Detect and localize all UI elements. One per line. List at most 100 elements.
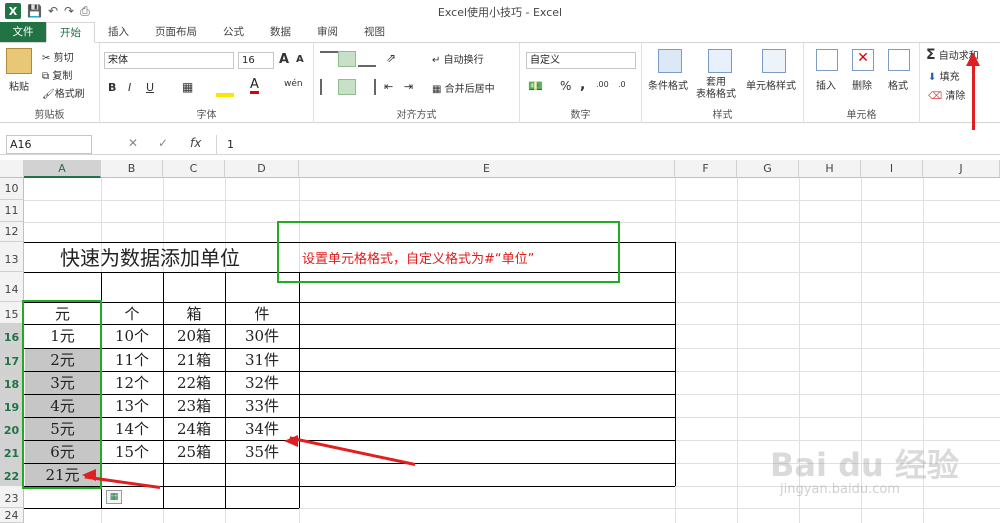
column-header[interactable]: F [675, 160, 737, 178]
row-header[interactable]: 15 [0, 302, 24, 324]
row-header[interactable]: 22 [0, 463, 24, 486]
tab-formulas[interactable]: 公式 [210, 22, 257, 42]
insert-button[interactable]: 插入 [816, 77, 836, 92]
underline-button[interactable]: U [146, 81, 154, 94]
row-header[interactable]: 14 [0, 272, 24, 302]
data-cell[interactable]: 10个 [101, 325, 163, 348]
enter-icon[interactable]: ✓ [158, 136, 168, 150]
align-right-icon[interactable] [358, 79, 376, 95]
column-header[interactable]: C [163, 160, 225, 178]
data-cell[interactable]: 32件 [225, 372, 299, 394]
format-cells-icon[interactable] [888, 49, 910, 71]
delete-button[interactable]: 删除 [852, 77, 872, 92]
sheet-title-cell[interactable]: 快速为数据添加单位 [24, 244, 276, 270]
cell-styles-icon[interactable] [762, 49, 786, 73]
name-box[interactable]: A16 [6, 135, 92, 154]
data-cell[interactable]: 22箱 [163, 372, 225, 394]
column-header[interactable]: G [737, 160, 799, 178]
conditional-format-button[interactable]: 条件格式 [648, 77, 688, 92]
insert-function-button[interactable]: fx [190, 136, 201, 150]
insert-cells-icon[interactable] [816, 49, 838, 71]
phonetic-button[interactable]: wén [284, 79, 303, 89]
align-middle-icon[interactable] [338, 51, 356, 67]
copy-button[interactable]: ⧉ 复制 [42, 67, 72, 82]
decrease-decimal-icon[interactable]: .0 [618, 80, 626, 89]
comma-button[interactable]: , [580, 77, 585, 93]
increase-font-button[interactable]: A [279, 52, 289, 67]
select-all-corner[interactable] [0, 160, 24, 178]
header-cell[interactable]: 个 [101, 303, 163, 325]
cell-styles-button[interactable]: 单元格样式 [746, 77, 796, 92]
data-cell[interactable]: 23箱 [163, 395, 225, 417]
column-header[interactable]: B [101, 160, 163, 178]
bold-button[interactable]: B [108, 81, 116, 94]
row-header[interactable]: 24 [0, 508, 24, 523]
border-icon[interactable]: ▦ [182, 80, 193, 94]
header-cell[interactable]: 件 [225, 303, 299, 325]
font-name-select[interactable]: 宋体 [104, 52, 234, 69]
data-cell[interactable]: 30件 [225, 325, 299, 348]
column-header[interactable]: J [923, 160, 1000, 178]
decrease-font-button[interactable]: A [296, 54, 304, 65]
data-cell[interactable]: 12个 [101, 372, 163, 394]
column-header[interactable]: A [24, 160, 101, 178]
orientation-icon[interactable]: ⇗ [386, 51, 396, 65]
row-header[interactable]: 11 [0, 200, 24, 222]
italic-button[interactable]: I [128, 81, 131, 94]
tab-file[interactable]: 文件 [0, 22, 46, 42]
cut-button[interactable]: ✂ 剪切 [42, 49, 74, 64]
number-format-select[interactable]: 自定义 [526, 52, 636, 69]
delete-cells-icon[interactable]: ✕ [852, 49, 874, 71]
wrap-text-button[interactable]: ↵ 自动换行 [432, 51, 484, 66]
merge-center-button[interactable]: ▦ 合并后居中 [432, 80, 495, 95]
quick-analysis-icon[interactable]: ▦ [106, 490, 122, 504]
font-size-select[interactable]: 16 [238, 52, 274, 69]
align-bottom-icon[interactable] [358, 51, 376, 67]
table-format-icon[interactable] [708, 49, 732, 73]
row-header[interactable]: 20 [0, 417, 24, 440]
row-header[interactable]: 21 [0, 440, 24, 463]
data-cell[interactable]: 13个 [101, 395, 163, 417]
tab-insert[interactable]: 插入 [95, 22, 142, 42]
conditional-format-icon[interactable] [658, 49, 682, 73]
column-header[interactable]: E [299, 160, 675, 178]
row-header[interactable]: 23 [0, 486, 24, 508]
row-header[interactable]: 13 [0, 242, 24, 272]
paste-icon[interactable] [6, 48, 32, 74]
font-color-button[interactable]: A [250, 78, 259, 94]
fill-button[interactable]: ⬇ 填充 [928, 68, 960, 83]
format-button[interactable]: 格式 [888, 77, 908, 92]
align-top-icon[interactable] [320, 51, 338, 67]
tab-review[interactable]: 审阅 [304, 22, 351, 42]
tab-home[interactable]: 开始 [46, 22, 95, 43]
formula-input[interactable]: 1 [216, 135, 996, 154]
data-cell[interactable]: 20箱 [163, 325, 225, 348]
increase-decimal-icon[interactable]: .00 [596, 80, 609, 89]
column-header[interactable]: D [225, 160, 299, 178]
data-cell[interactable]: 15个 [101, 441, 163, 463]
row-header[interactable]: 12 [0, 222, 24, 242]
data-cell[interactable]: 24箱 [163, 418, 225, 440]
data-cell[interactable]: 11个 [101, 349, 163, 371]
currency-icon[interactable]: 💵 [528, 79, 543, 93]
cancel-icon[interactable]: ✕ [128, 136, 138, 150]
align-left-icon[interactable] [320, 79, 338, 95]
clear-button[interactable]: ⌫ 清除 [928, 87, 965, 102]
tab-view[interactable]: 视图 [351, 22, 398, 42]
format-as-table-button[interactable]: 套用 表格格式 [696, 77, 736, 101]
row-header[interactable]: 16 [0, 324, 24, 348]
percent-button[interactable]: % [560, 79, 571, 93]
row-header[interactable]: 18 [0, 371, 24, 394]
data-cell[interactable]: 33件 [225, 395, 299, 417]
row-header[interactable]: 17 [0, 348, 24, 371]
increase-indent-icon[interactable]: ⇥ [404, 80, 413, 93]
column-header[interactable]: H [799, 160, 861, 178]
tab-data[interactable]: 数据 [257, 22, 304, 42]
align-center-icon[interactable] [338, 79, 356, 95]
data-cell[interactable]: 25箱 [163, 441, 225, 463]
data-cell[interactable]: 14个 [101, 418, 163, 440]
format-painter-button[interactable]: 🖌格式刷 [42, 85, 85, 100]
row-header[interactable]: 19 [0, 394, 24, 417]
fill-color-icon[interactable] [216, 81, 234, 97]
tab-page-layout[interactable]: 页面布局 [142, 22, 210, 42]
